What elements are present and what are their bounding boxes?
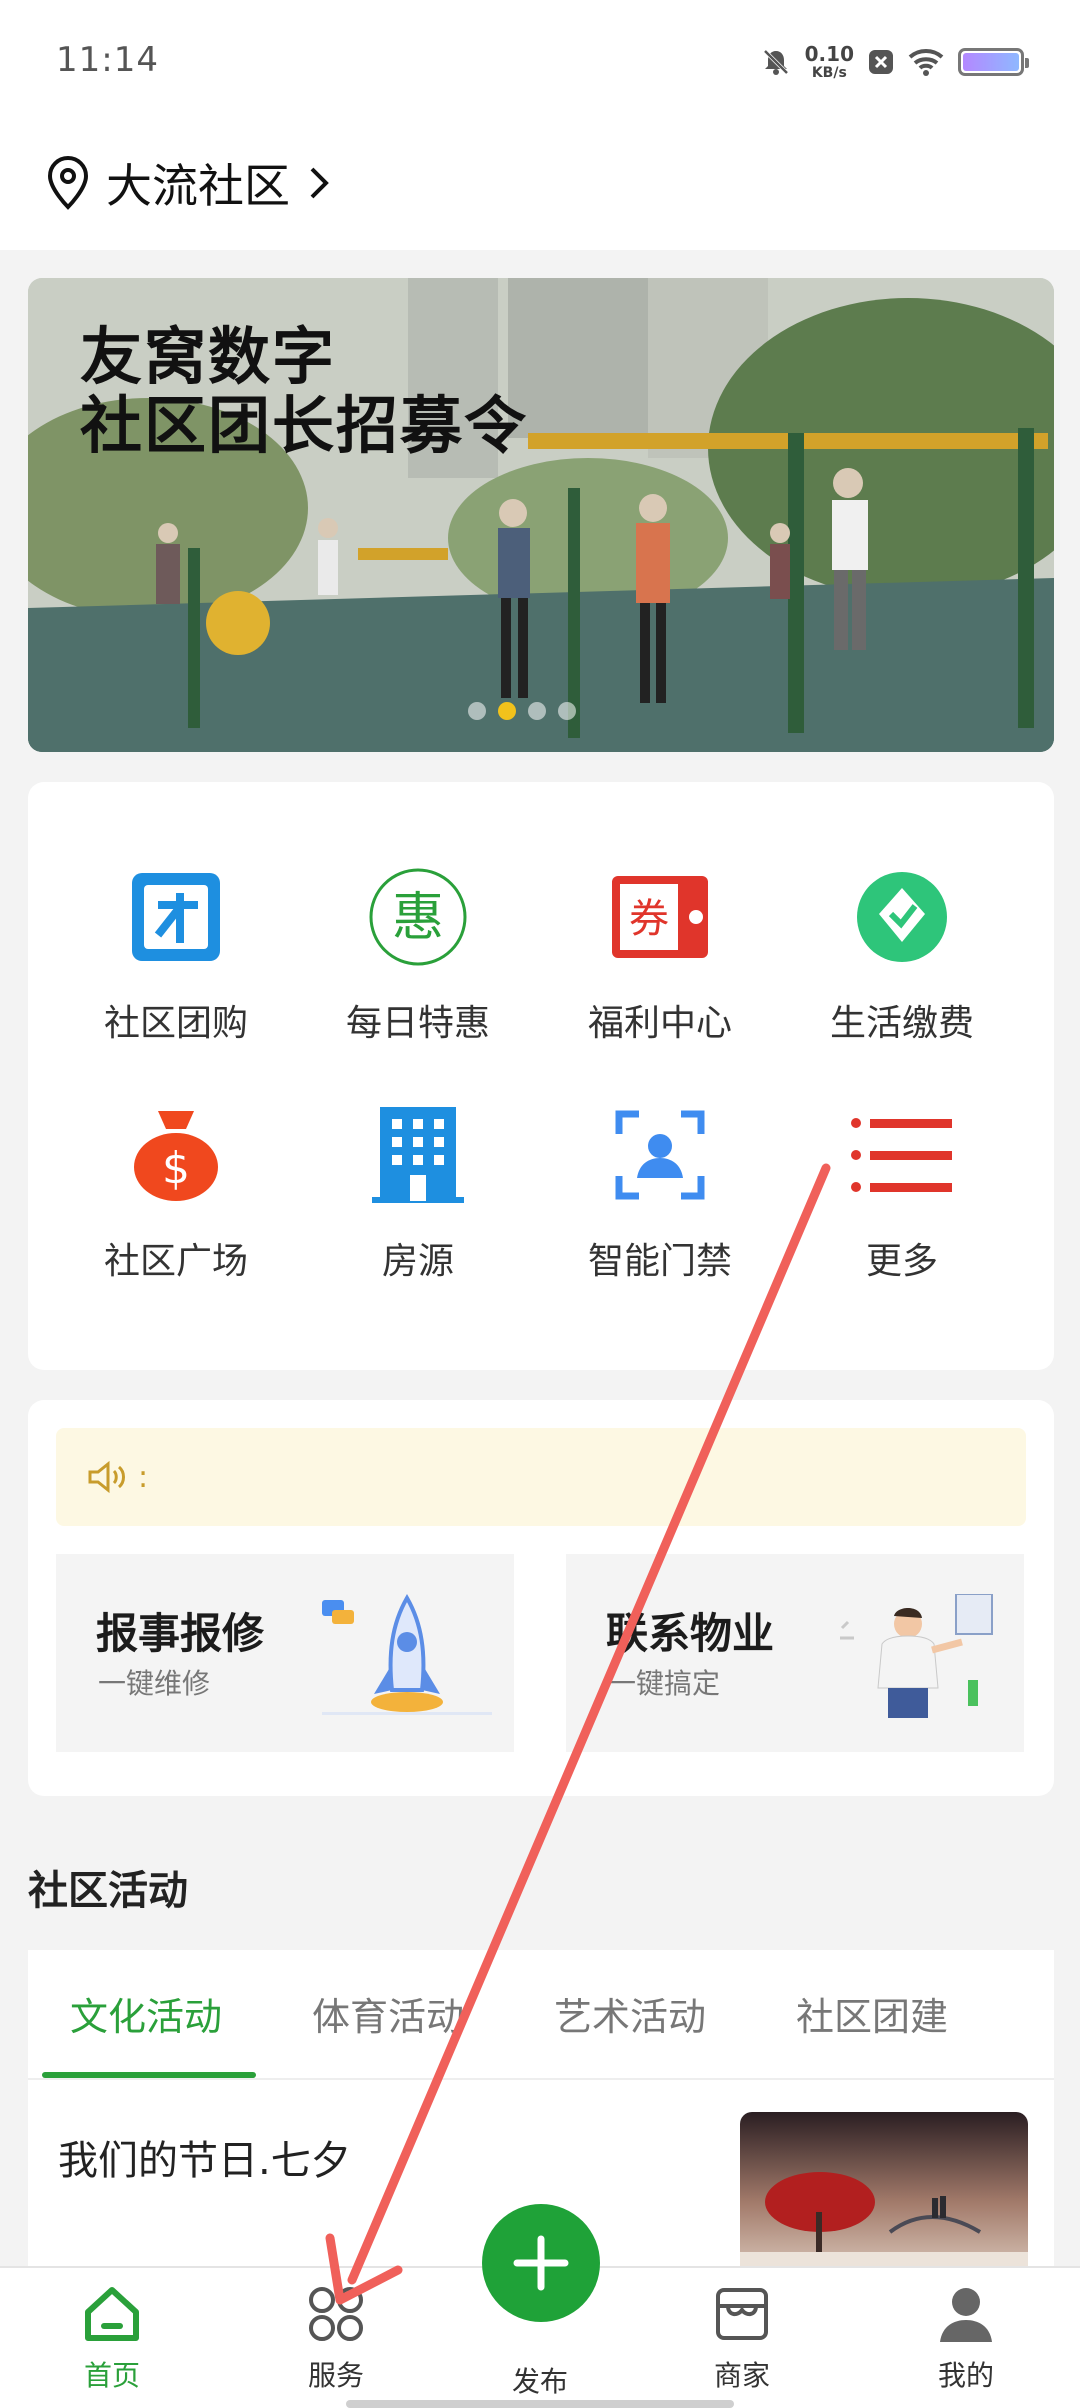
promo-banner[interactable]: 友窝数字 社区团长招募令 (28, 278, 1054, 752)
service-label: 智能门禁 (587, 1241, 732, 1282)
chevron-right-icon (310, 167, 329, 199)
services-grid: 社区团购 惠 每日特惠 券 福利中心 生活缴费 $ 社区广场 房源 智能门禁 更… (28, 782, 1054, 1370)
svg-text:惠: 惠 (392, 888, 444, 948)
service-community-square[interactable]: $ 社区广场 (66, 1100, 286, 1290)
coupon-icon: 券 (605, 862, 715, 972)
service-welfare-center[interactable]: 券 福利中心 (550, 862, 770, 1052)
service-label: 房源 (381, 1241, 454, 1282)
grid-icon (309, 2287, 363, 2341)
property-service-card: : 报事报修 一键维修 联系物业 一键搞定 (28, 1400, 1054, 1796)
wifi-icon (908, 49, 944, 76)
report-repair-card[interactable]: 报事报修 一键维修 (56, 1554, 514, 1752)
svg-text:$: $ (162, 1143, 190, 1194)
nav-profile[interactable]: 我的 (886, 2282, 1046, 2402)
nav-label: 服务 (307, 2359, 364, 2392)
status-icons: 0.10 KB/s (761, 40, 1029, 84)
net-speed-value: 0.10 (804, 42, 854, 66)
tab-sports[interactable]: 体育活动 (312, 1986, 464, 2041)
banner-title-line2: 社区团长招募令 (80, 389, 529, 463)
banner-pagination (468, 702, 576, 720)
home-icon (85, 2287, 139, 2341)
service-label: 更多 (865, 1241, 938, 1282)
banner-dot[interactable] (558, 702, 576, 720)
service-more[interactable]: 更多 (792, 1100, 1012, 1290)
tab-team-building[interactable]: 社区团建 (796, 1986, 948, 2041)
status-time: 11:14 (56, 40, 159, 80)
service-smart-access[interactable]: 智能门禁 (550, 1100, 770, 1290)
notice-text: : (138, 1459, 149, 1495)
tab-culture[interactable]: 文化活动 (70, 1986, 222, 2041)
battery-icon (958, 48, 1029, 76)
svg-text:券: 券 (629, 896, 669, 942)
quick-subtitle: 一键搞定 (608, 1667, 721, 1700)
face-access-icon (605, 1100, 715, 1210)
home-indicator (346, 2400, 734, 2408)
nav-label: 首页 (83, 2359, 140, 2392)
section-title: 社区活动 (28, 1868, 188, 1914)
activity-tabs: 文化活动 体育活动 艺术活动 社区团建 (28, 1950, 1054, 2080)
status-bar: 11:14 0.10 KB/s (0, 0, 1080, 120)
location-name: 大流社区 (106, 159, 290, 213)
service-label: 社区广场 (103, 1241, 248, 1282)
bill-payment-icon (847, 862, 957, 972)
nav-label: 我的 (937, 2359, 994, 2392)
service-housing[interactable]: 房源 (308, 1100, 528, 1290)
daily-deal-icon: 惠 (363, 862, 473, 972)
nav-label: 商家 (713, 2359, 770, 2392)
location-header: 大流社区 (0, 120, 1080, 250)
service-label: 生活缴费 (829, 1003, 974, 1044)
mute-bell-icon (763, 49, 789, 75)
nav-home[interactable]: 首页 (32, 2282, 192, 2402)
location-pin-icon (47, 155, 89, 210)
publish-button[interactable] (482, 2204, 600, 2322)
nav-merchants[interactable]: 商家 (662, 2282, 822, 2402)
banner-dot[interactable] (528, 702, 546, 720)
user-icon (940, 2288, 992, 2342)
bottom-nav: 首页 服务 发布 商家 我的 (0, 2204, 1080, 2408)
service-label: 社区团购 (103, 1003, 248, 1044)
banner-title-line1: 友窝数字 (80, 320, 337, 393)
banner-dot-active[interactable] (498, 702, 516, 720)
money-bag-icon: $ (121, 1100, 231, 1210)
service-group-buy[interactable]: 社区团购 (66, 862, 286, 1052)
close-box-icon (869, 50, 893, 74)
service-label: 每日特惠 (345, 1003, 490, 1044)
activity-title[interactable]: 我们的节日.七夕 (58, 2128, 351, 2186)
contact-property-card[interactable]: 联系物业 一键搞定 (566, 1554, 1024, 1752)
rocket-illustration (322, 1594, 492, 1715)
tab-arts[interactable]: 艺术活动 (554, 1986, 706, 2041)
notice-bar[interactable]: : (56, 1428, 1026, 1526)
quick-subtitle: 一键维修 (98, 1667, 211, 1700)
shop-icon (716, 2288, 768, 2340)
net-speed-unit: KB/s (811, 65, 847, 81)
net-speed: 0.10 KB/s (805, 44, 854, 80)
more-list-icon (847, 1100, 957, 1210)
person-illustration (840, 1594, 993, 1718)
activity-thumbnail[interactable] (740, 2112, 1028, 2270)
service-daily-deal[interactable]: 惠 每日特惠 (308, 862, 528, 1052)
quick-title: 联系物业 (606, 1609, 775, 1658)
nav-services[interactable]: 服务 (256, 2282, 416, 2402)
banner-dot[interactable] (468, 702, 486, 720)
location-selector[interactable]: 大流社区 (44, 146, 334, 220)
nav-label: 发布 (512, 2365, 569, 2398)
speaker-icon (88, 1460, 125, 1494)
service-bill-payment[interactable]: 生活缴费 (792, 862, 1012, 1052)
quick-title: 报事报修 (96, 1609, 265, 1658)
group-buy-icon (121, 862, 231, 972)
building-icon (363, 1100, 473, 1210)
banner-title: 友窝数字 社区团长招募令 (80, 322, 528, 461)
service-label: 福利中心 (587, 1003, 732, 1044)
plus-icon (513, 2235, 569, 2291)
tab-indicator (42, 2072, 256, 2078)
